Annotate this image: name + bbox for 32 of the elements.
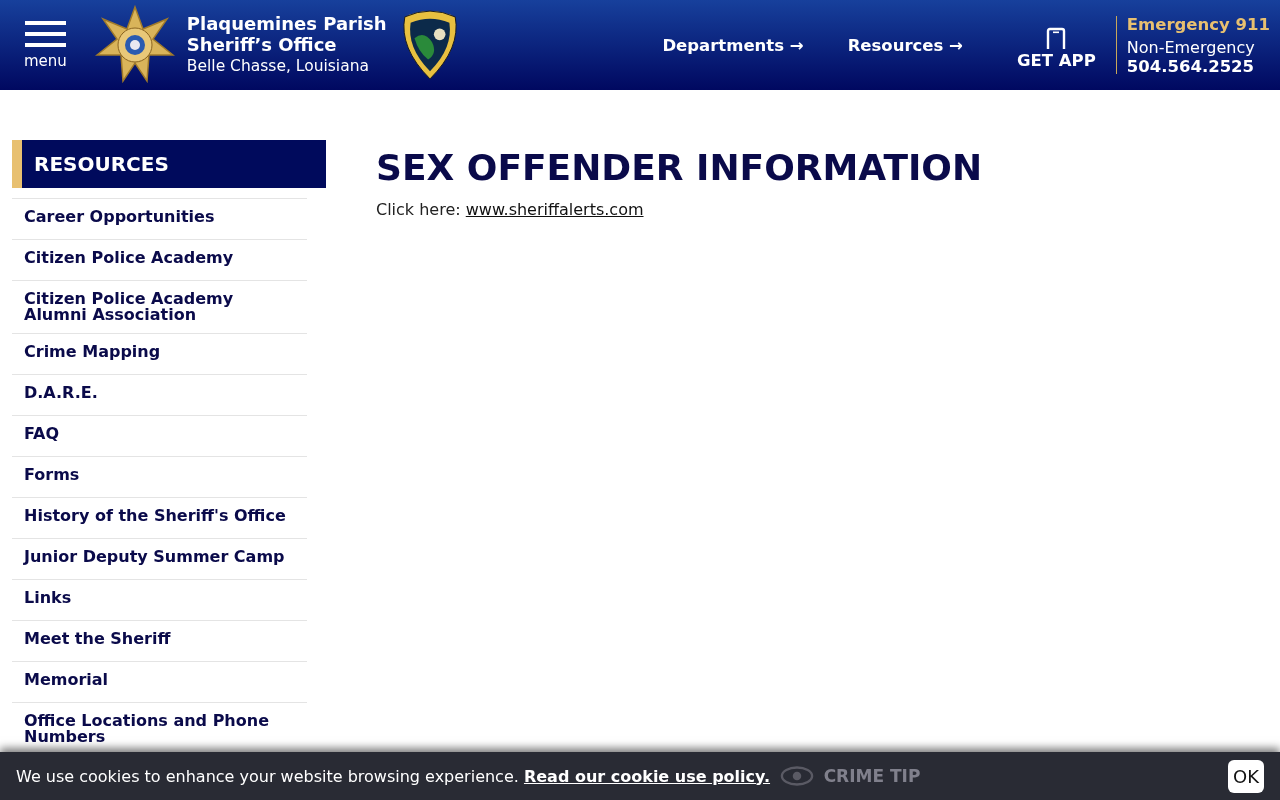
sidebar-link[interactable]: Links	[24, 590, 295, 606]
ok-button[interactable]: OK	[1228, 759, 1264, 793]
website-link[interactable]: www.sheriffalerts.com	[465, 200, 644, 219]
sidebar-link[interactable]: Forms	[24, 467, 295, 483]
sidebar-link[interactable]: Career Opportunities	[24, 209, 295, 225]
site-subtitle: Belle Chasse, Louisiana	[186, 56, 370, 77]
nav-link[interactable]: Departments →	[662, 35, 804, 55]
sidebar-link[interactable]: Junior Deputy Summer Camp	[24, 549, 295, 565]
page-title: SEX OFFENDER INFORMATION	[376, 148, 983, 188]
body-text: Click here:	[376, 200, 461, 219]
sidebar-link[interactable]: Citizen Police Academy	[24, 250, 295, 266]
sidebar-link[interactable]: Office Locations and Phone Numbers	[24, 713, 295, 745]
sidebar-link[interactable]: Crime Mapping	[24, 344, 295, 360]
nav-link[interactable]: Resources →	[847, 35, 963, 55]
crime-tip-label[interactable]: CRIME TIP	[823, 766, 921, 786]
menu-button[interactable]: menu	[24, 20, 67, 70]
sidebar-heading: RESOURCES	[12, 140, 326, 188]
sidebar-link[interactable]: Meet the Sheriff	[24, 631, 295, 647]
non-emergency-label: Non-Emergency	[1126, 37, 1256, 58]
site-title[interactable]: Sheriff’s Office	[186, 34, 387, 55]
cookie-text: We use cookies to enhance your website browsing experience.	[16, 766, 519, 786]
sidebar-link[interactable]: FAQ	[24, 426, 295, 442]
sidebar-link[interactable]: Citizen Police Academy Alumni Association	[24, 291, 295, 323]
star-badge-icon	[94, 5, 175, 85]
non-emergency-number[interactable]: 504.564.2525	[1126, 57, 1270, 76]
get-app-button[interactable]: GET APP	[1006, 26, 1106, 70]
sidebar-link[interactable]: Memorial	[24, 672, 295, 688]
sidebar-link[interactable]: History of the Sheriff's Office	[24, 508, 295, 524]
cookie-policy-link[interactable]: Read our cookie use policy.	[523, 766, 771, 786]
site-title[interactable]: Plaquemines Parish	[186, 13, 387, 34]
emergency-number[interactable]: Emergency 911	[1126, 14, 1270, 35]
sidebar-link[interactable]: D.A.R.E.	[24, 385, 295, 401]
